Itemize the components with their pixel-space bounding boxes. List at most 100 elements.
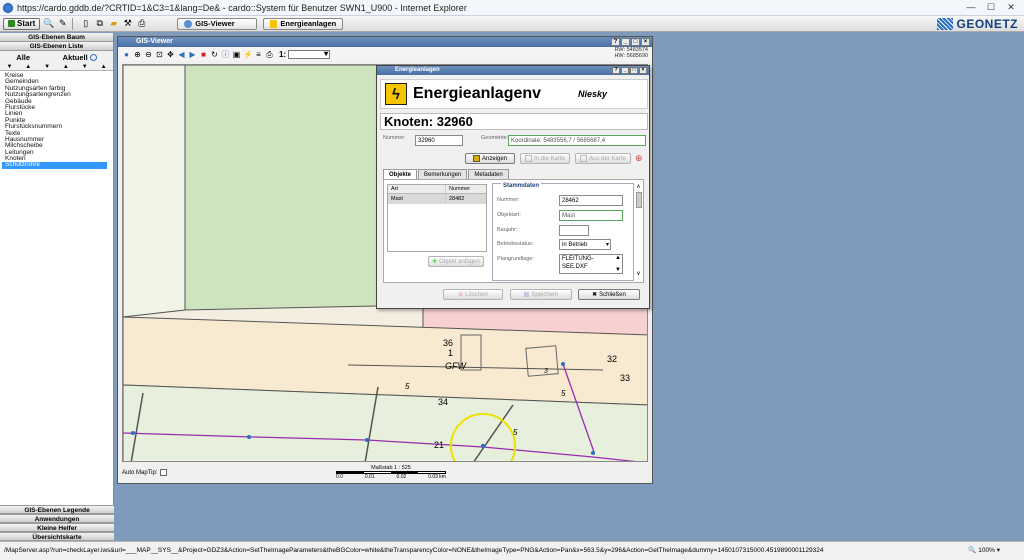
gis-tree-header[interactable]: GIS-Ebenen Baum — [0, 33, 113, 42]
refresh-icon[interactable] — [89, 53, 97, 61]
panel-header[interactable]: Anwendungen — [0, 514, 114, 523]
tab-aktuell[interactable]: Aktuell — [63, 53, 97, 62]
select-icon[interactable]: ▣ — [232, 50, 241, 59]
gis-viewer-title-bar[interactable]: GIS-Viewer ? _ □ × — [118, 37, 652, 47]
globe-icon[interactable]: ● — [122, 50, 131, 59]
scale-tick: 0.02 — [396, 474, 407, 480]
tab-bemerkungen[interactable]: Bemerkungen — [418, 169, 468, 179]
tab-alle[interactable]: Alle — [16, 53, 30, 62]
minimize-button[interactable]: _ — [621, 67, 629, 74]
minimize-button[interactable]: _ — [621, 38, 630, 46]
node[interactable] — [591, 451, 595, 455]
layer-item[interactable]: Schutzrohre — [2, 162, 107, 169]
status-bar: /MapServer.asp?run=checkLayer.iws&url=__… — [0, 541, 1024, 560]
start-button[interactable]: Start — [3, 17, 41, 30]
move-up-icon[interactable]: ▼ — [44, 63, 50, 70]
maximize-button[interactable]: ☐ — [982, 1, 1000, 14]
st-objektart-field[interactable]: Mast — [559, 210, 623, 221]
task-gis-viewer[interactable]: GIS-Viewer — [177, 17, 258, 30]
edit-icon[interactable]: ✎ — [57, 18, 68, 29]
selected-node[interactable] — [480, 443, 486, 449]
panel-header[interactable]: Übersichtskarte — [0, 532, 114, 541]
task-energieanlagen[interactable]: Energieanlagen — [263, 17, 344, 30]
table-row[interactable]: Mast 28482 — [388, 194, 486, 204]
search-icon[interactable]: 🔍 — [43, 18, 54, 29]
forward-icon[interactable]: ▶ — [188, 50, 197, 59]
tab-scrollbar[interactable]: ∧ ∨ — [635, 184, 642, 278]
delete-icon: ⊖ — [458, 291, 464, 298]
help-button[interactable]: ? — [611, 38, 620, 46]
node[interactable] — [561, 362, 565, 366]
st-plan-field[interactable]: FLEITUNG- SEE.DXF — [559, 254, 623, 274]
panel-header[interactable]: GIS-Ebenen Legende — [0, 505, 114, 514]
scale-dropdown[interactable] — [288, 49, 331, 59]
maximize-button[interactable]: □ — [631, 38, 640, 46]
crosshair-icon[interactable]: ⊕ — [635, 153, 643, 164]
document-icon[interactable]: ▯ — [80, 18, 91, 29]
anzeigen-button[interactable]: Anzeigen — [465, 153, 515, 164]
node[interactable] — [365, 438, 369, 442]
banner-place: Niesky — [577, 89, 607, 99]
in-die-karte-button[interactable]: In die Karte — [520, 153, 570, 164]
help-button[interactable]: ? — [612, 67, 620, 74]
stop-icon[interactable]: ■ — [199, 50, 208, 59]
loeschen-button[interactable]: ⊖ Löschen — [443, 289, 503, 300]
scroll-down-icon[interactable]: ∨ — [635, 271, 642, 278]
zoom-window-icon[interactable]: ⊡ — [155, 50, 164, 59]
folder-icon[interactable]: ▰ — [108, 18, 119, 29]
collapse-icon[interactable]: ▲ — [101, 63, 107, 70]
tools-icon[interactable]: ⚒ — [122, 18, 133, 29]
zoom-out-icon[interactable]: ⊖ — [144, 50, 153, 59]
print-icon[interactable]: ⎙ — [265, 50, 274, 59]
node[interactable] — [247, 435, 251, 439]
panel-header[interactable]: Kleine Helfer — [0, 523, 114, 532]
aus-der-karte-button[interactable]: Aus der Karte — [575, 153, 631, 164]
refresh-icon[interactable]: ↻ — [210, 50, 219, 59]
schliessen-button[interactable]: ✖ Schließen — [578, 289, 640, 300]
move-down-icon[interactable]: ▲ — [63, 63, 69, 70]
node[interactable] — [131, 431, 135, 435]
sort-up-icon[interactable]: ▼ — [6, 63, 12, 70]
geometrie-field[interactable]: Koordinate: 5483556,7 / 5685687,4 — [508, 135, 646, 146]
column-art[interactable]: Art — [388, 185, 446, 193]
measure-icon[interactable]: ⚡ — [243, 50, 253, 59]
scroll-up-icon[interactable]: ∧ — [635, 184, 642, 191]
st-baujahr-field[interactable] — [559, 225, 589, 236]
maximize-button[interactable]: □ — [630, 67, 638, 74]
column-nummer[interactable]: Nummer — [446, 185, 486, 193]
dialog-title: Energieanlagen — [395, 67, 440, 73]
scroll-up-icon[interactable]: ▲ — [615, 255, 621, 261]
zoom-control[interactable]: 🔍 100% ▾ — [962, 542, 1000, 560]
st-nummer-field[interactable]: 28462 — [559, 195, 623, 206]
gis-list-header[interactable]: GIS-Ebenen Liste — [0, 42, 113, 51]
maptip-checkbox[interactable] — [160, 469, 168, 476]
print-icon[interactable]: ⎙ — [136, 18, 147, 29]
pan-icon[interactable]: ✥ — [166, 50, 175, 59]
info-icon[interactable]: ⓘ — [221, 50, 230, 59]
sort-down-icon[interactable]: ▲ — [25, 63, 31, 70]
copy-icon[interactable]: ⧉ — [94, 18, 105, 29]
st-plan-line: SEE.DXF — [562, 264, 588, 270]
banner-title: Energieanlagenv — [413, 85, 542, 102]
objekt-anfuegen-button[interactable]: ✚ Objekt anfügen — [428, 256, 484, 267]
expand-icon[interactable]: ▼ — [82, 63, 88, 70]
scroll-thumb[interactable] — [635, 192, 642, 208]
st-betrieb-value: in Betrieb — [562, 242, 588, 248]
left-panel-bottom: GIS-Ebenen Legende Anwendungen Kleine Helf… — [0, 505, 114, 541]
browser-title: https://cardo.gddb.de/?CRTID=1&C3=1&lang… — [17, 2, 467, 13]
minimize-button[interactable]: — — [962, 1, 980, 14]
close-button[interactable]: ✕ — [1002, 1, 1020, 14]
dialog-title-bar[interactable]: Energieanlagen ? _ □ × — [377, 66, 649, 75]
speichern-label: Speichern — [531, 291, 559, 298]
ruler-icon[interactable]: ≡ — [254, 50, 263, 59]
close-button[interactable]: × — [639, 67, 647, 74]
browser-title-bar: https://cardo.gddb.de/?CRTID=1&C3=1&lang… — [0, 0, 1024, 16]
zoom-in-icon[interactable]: ⊕ — [133, 50, 142, 59]
close-button[interactable]: × — [641, 38, 650, 46]
st-betrieb-select[interactable]: in Betrieb ▾ — [559, 239, 611, 250]
speichern-button[interactable]: ▤ Speichern — [510, 289, 572, 300]
tab-metadaten[interactable]: Metadaten — [468, 169, 509, 179]
nummer-field[interactable]: 32960 — [415, 135, 463, 146]
back-icon[interactable]: ◀ — [177, 50, 186, 59]
scroll-down-icon[interactable]: ▼ — [615, 267, 621, 273]
